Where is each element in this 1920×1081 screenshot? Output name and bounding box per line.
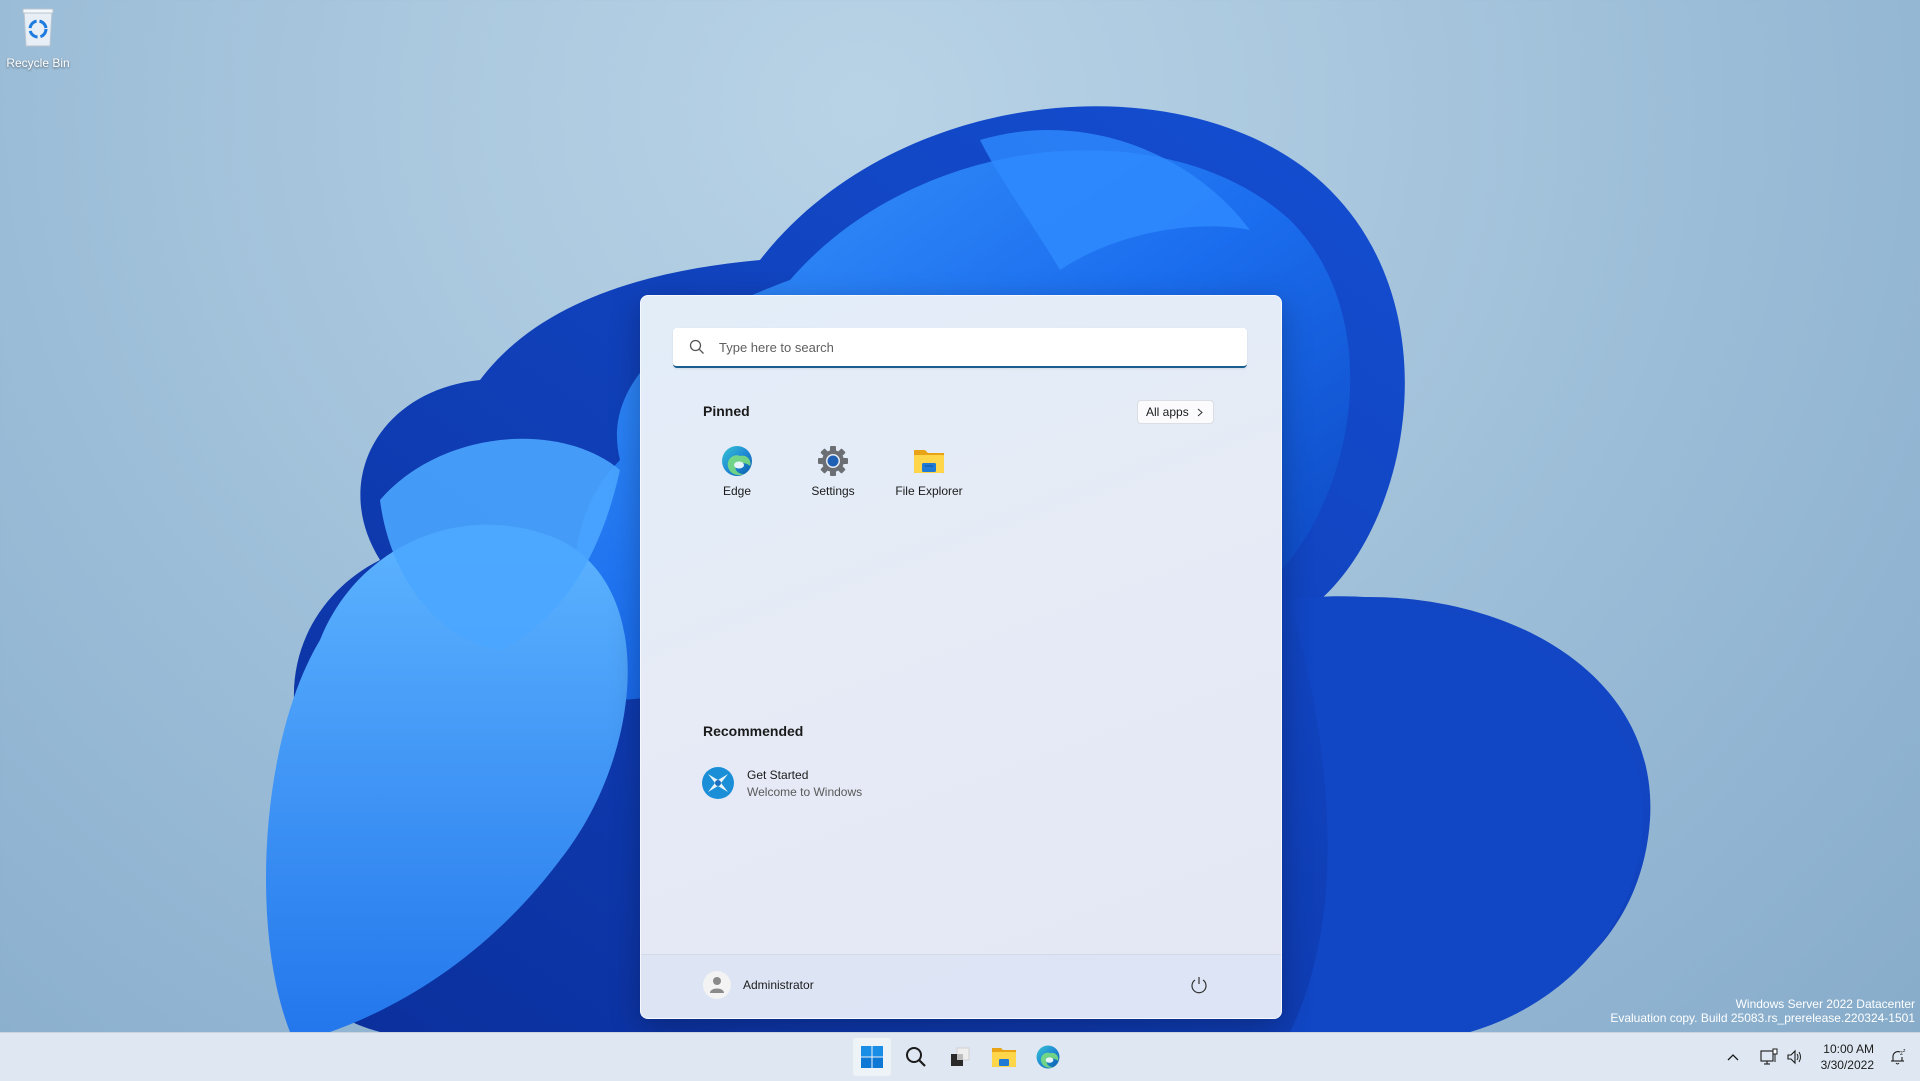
taskbar-file-explorer-button[interactable] — [984, 1037, 1024, 1077]
taskbar-start-button[interactable] — [852, 1037, 892, 1077]
network-icon — [1760, 1048, 1778, 1065]
user-name: Administrator — [743, 978, 814, 992]
start-search-input[interactable] — [717, 338, 1247, 356]
watermark-edition: Windows Server 2022 Datacenter — [1735, 997, 1915, 1011]
user-account-button[interactable]: Administrator — [703, 971, 814, 999]
user-icon — [710, 977, 724, 993]
taskbar-edge-button[interactable] — [1028, 1037, 1068, 1077]
folder-icon — [992, 1048, 1016, 1067]
chevron-up-icon — [1727, 1054, 1739, 1061]
pinned-app-edge[interactable]: Edge — [689, 444, 785, 508]
taskbar-apps — [852, 1037, 1068, 1077]
clock-button[interactable]: 10:00 AM 3/30/2022 — [1821, 1041, 1874, 1073]
get-started-icon — [702, 767, 734, 799]
pinned-app-label: Settings — [811, 484, 855, 498]
speaker-icon — [1787, 1049, 1801, 1065]
folder-icon — [914, 450, 944, 473]
desktop-icon-recycle-bin[interactable]: Recycle Bin — [4, 6, 72, 70]
search-icon — [906, 1047, 926, 1067]
start-menu-footer: Administrator — [641, 954, 1281, 1018]
show-hidden-icons-button[interactable] — [1721, 1045, 1745, 1069]
pinned-app-file-explorer[interactable]: File Explorer — [881, 444, 977, 508]
pinned-app-settings[interactable]: Settings — [785, 444, 881, 508]
windows-logo-icon — [861, 1046, 883, 1068]
volume-button[interactable] — [1783, 1045, 1807, 1069]
edge-icon — [722, 446, 752, 476]
recycle-bin-icon — [22, 8, 54, 47]
taskbar: 10:00 AM 3/30/2022 z z — [0, 1032, 1920, 1081]
system-tray: 10:00 AM 3/30/2022 z z — [1719, 1033, 1920, 1081]
start-menu: Pinned All apps Edge — [640, 295, 1282, 1019]
recommended-item-text: Get Started Welcome to Windows — [747, 768, 862, 799]
chevron-right-icon — [1197, 408, 1203, 416]
clock-date: 3/30/2022 — [1820, 1058, 1874, 1072]
task-view-icon — [951, 1047, 970, 1066]
taskbar-search-button[interactable] — [896, 1037, 936, 1077]
recommended-item-subtitle: Welcome to Windows — [747, 784, 863, 799]
avatar — [703, 971, 731, 999]
all-apps-label: All apps — [1146, 405, 1189, 419]
recommended-heading: Recommended — [703, 723, 804, 739]
all-apps-button[interactable]: All apps — [1137, 400, 1214, 424]
pinned-app-label: File Explorer — [895, 484, 963, 498]
svg-text:z: z — [1903, 1048, 1906, 1054]
desktop-icon-label: Recycle Bin — [6, 56, 70, 70]
notification-bell-snooze-icon: z z — [1891, 1048, 1906, 1065]
pinned-apps-grid: Edge Settings File Explorer — [689, 444, 977, 508]
pinned-app-label: Edge — [722, 484, 752, 498]
search-icon — [689, 339, 704, 354]
recommended-item-title: Get Started — [747, 767, 809, 782]
pinned-heading: Pinned — [703, 403, 750, 419]
clock-time: 10:00 AM — [1823, 1042, 1874, 1056]
watermark-build: Evaluation copy. Build 25083.rs_prerelea… — [1610, 1011, 1915, 1025]
recommended-item-get-started[interactable]: Get Started Welcome to Windows — [701, 766, 862, 800]
network-button[interactable] — [1757, 1045, 1781, 1069]
os-watermark: Windows Server 2022 Datacenter Evaluatio… — [1610, 997, 1915, 1025]
start-search-box[interactable] — [673, 328, 1247, 368]
settings-gear-icon — [818, 446, 848, 476]
notifications-button[interactable]: z z — [1886, 1045, 1910, 1069]
taskbar-task-view-button[interactable] — [940, 1037, 980, 1077]
power-icon[interactable] — [1189, 975, 1209, 995]
edge-icon — [1036, 1045, 1060, 1069]
